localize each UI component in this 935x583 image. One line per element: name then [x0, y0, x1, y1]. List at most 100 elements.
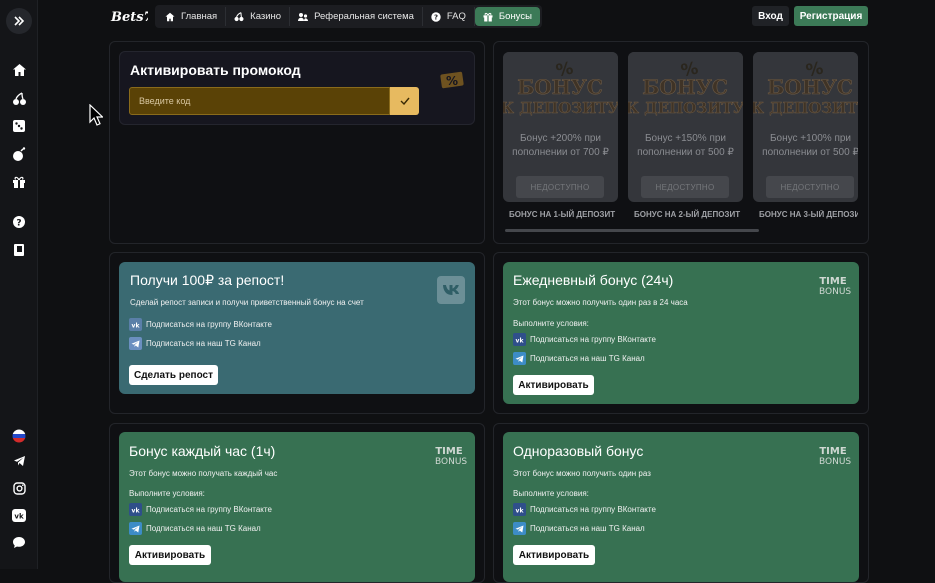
onetime-description: Этот бонус можно получить один раз [513, 469, 651, 478]
deposit-bonus-image: % БОНУС К ДЕПОЗИТУ [753, 52, 858, 130]
condition-vk-label: Подписаться на группу ВКонтакте [530, 505, 656, 514]
promo-submit-button[interactable] [390, 87, 419, 115]
repost-description: Сделай репост записи и получи приветстве… [130, 298, 364, 307]
condition-vk-label: Подписаться на группу ВКонтакте [530, 335, 656, 344]
condition-tg[interactable]: Подписаться на наш TG Канал [129, 337, 261, 350]
hourly-bonus-card: Бонус каждый час (1ч) Этот бонус можно п… [119, 432, 475, 582]
vk-icon: vk [513, 333, 526, 346]
deposit-description: Бонус +150% при пополнении от 500 ₽ [637, 133, 734, 158]
telegram-icon [513, 352, 526, 365]
svg-text:К ДЕПОЗИТУ: К ДЕПОЗИТУ [503, 99, 618, 117]
login-button[interactable]: Вход [752, 6, 789, 26]
daily-description: Этот бонус можно получить один раз в 24 … [513, 298, 688, 307]
telegram-icon[interactable] [9, 451, 29, 471]
nav-faq[interactable]: ? FAQ [423, 7, 475, 26]
deposit-description: Бонус +200% при пополнении от 700 ₽ [512, 133, 609, 158]
deposit-label-3: БОНУС НА 3-ЫЙ ДЕПОЗИТ [759, 210, 858, 219]
home-icon [165, 12, 175, 21]
percent-coupon-icon: % [439, 69, 465, 96]
nav-faq-label: FAQ [446, 11, 466, 22]
nav-referral[interactable]: Реферальная система [290, 7, 423, 26]
promo-code-input[interactable]: Введите код [129, 87, 390, 115]
promo-title: Активировать промокод [130, 62, 301, 78]
cherry-icon [234, 11, 244, 21]
bomb-icon[interactable] [9, 144, 29, 164]
deposit-status-button[interactable]: НЕДОСТУПНО [641, 176, 729, 198]
gift-icon[interactable] [9, 172, 29, 192]
telegram-icon [513, 522, 526, 535]
onetime-activate-button[interactable]: Активировать [513, 545, 595, 565]
condition-tg-label: Подписаться на наш TG Канал [146, 339, 261, 348]
svg-text:БОНУС: БОНУС [642, 75, 728, 99]
instagram-icon[interactable] [9, 478, 29, 498]
condition-tg[interactable]: Подписаться на наш TG Канал [129, 522, 261, 535]
condition-tg[interactable]: Подписаться на наш TG Канал [513, 352, 645, 365]
svg-text:К ДЕПОЗИТУ: К ДЕПОЗИТУ [628, 99, 743, 117]
book-icon[interactable] [9, 240, 29, 260]
svg-text:?: ? [16, 219, 21, 229]
register-button[interactable]: Регистрация [794, 6, 868, 26]
repost-button[interactable]: Сделать репост [129, 365, 218, 385]
gift-icon [483, 12, 493, 21]
russia-flag-icon[interactable] [9, 426, 29, 446]
onetime-title: Одноразовый бонус [513, 443, 644, 459]
hourly-conditions-label: Выполните условия: [129, 489, 205, 498]
condition-tg[interactable]: Подписаться на наш TG Канал [513, 522, 645, 535]
time-bonus-icon: TIME BONUS [819, 446, 852, 467]
hourly-title: Бонус каждый час (1ч) [129, 443, 276, 459]
chat-icon[interactable] [9, 532, 29, 552]
deposit-scrollbar[interactable] [505, 229, 759, 232]
deposit-card-2: % БОНУС К ДЕПОЗИТУ Бонус +150% при попол… [628, 52, 743, 202]
deposit-status-button[interactable]: НЕДОСТУПНО [766, 176, 854, 198]
svg-text:?: ? [434, 13, 438, 21]
question-icon: ? [431, 11, 441, 22]
nav-home-label: Главная [181, 11, 218, 22]
mouse-cursor-icon [89, 103, 104, 131]
vk-icon: vk [129, 503, 142, 516]
svg-text:vk: vk [132, 322, 140, 328]
main-nav: Главная Казино Реферальная система ? FAQ… [155, 5, 542, 28]
dice-icon[interactable] [9, 116, 29, 136]
telegram-icon [129, 522, 142, 535]
home-icon[interactable] [9, 60, 29, 80]
deposit-label-2: БОНУС НА 2-ЫЙ ДЕПОЗИТ [634, 210, 741, 219]
svg-text:БОНУС: БОНУС [767, 75, 853, 99]
vk-icon[interactable]: vk [9, 505, 29, 525]
deposit-status-button[interactable]: НЕДОСТУПНО [516, 176, 604, 198]
deposit-card-3: % БОНУС К ДЕПОЗИТУ Бонус +100% при попол… [753, 52, 858, 202]
svg-text:vk: vk [132, 507, 140, 513]
condition-vk[interactable]: vk Подписаться на группу ВКонтакте [129, 318, 272, 331]
condition-vk[interactable]: vk Подписаться на группу ВКонтакте [513, 503, 656, 516]
nav-home[interactable]: Главная [157, 7, 227, 26]
time-bonus-icon: TIME BONUS [435, 446, 468, 467]
site-logo[interactable]: Bets7 [110, 6, 153, 26]
condition-vk-label: Подписаться на группу ВКонтакте [146, 320, 272, 329]
condition-tg-label: Подписаться на наш TG Канал [530, 524, 645, 533]
vk-logo-icon [437, 276, 465, 304]
help-icon[interactable]: ? [9, 212, 29, 232]
time-bonus-icon: TIME BONUS [819, 276, 852, 297]
condition-vk[interactable]: vk Подписаться на группу ВКонтакте [513, 333, 656, 346]
condition-vk-label: Подписаться на группу ВКонтакте [146, 505, 272, 514]
hourly-description: Этот бонус можно получать каждый час [129, 469, 278, 478]
onetime-conditions-label: Выполните условия: [513, 489, 589, 498]
cherry-icon[interactable] [9, 89, 29, 109]
deposit-description: Бонус +100% при пополнении от 500 ₽ [762, 133, 858, 158]
condition-vk[interactable]: vk Подписаться на группу ВКонтакте [129, 503, 272, 516]
daily-bonus-card: Ежедневный бонус (24ч) Этот бонус можно … [503, 262, 859, 404]
nav-bonuses[interactable]: Бонусы [474, 7, 540, 26]
onetime-bonus-card: Одноразовый бонус Этот бонус можно получ… [503, 432, 859, 582]
deposit-label-1: БОНУС НА 1-ЫЙ ДЕПОЗИТ [509, 210, 616, 219]
sidebar: ? vk [0, 0, 38, 569]
deposit-bonus-image: % БОНУС К ДЕПОЗИТУ [503, 52, 618, 130]
svg-text:Bets7: Bets7 [110, 10, 148, 25]
daily-activate-button[interactable]: Активировать [513, 375, 594, 395]
hourly-activate-button[interactable]: Активировать [129, 545, 211, 565]
daily-title: Ежедневный бонус (24ч) [513, 272, 674, 288]
svg-text:vk: vk [14, 512, 24, 520]
nav-casino[interactable]: Казино [226, 7, 291, 26]
nav-casino-label: Казино [250, 11, 282, 22]
daily-conditions-label: Выполните условия: [513, 319, 589, 328]
referral-icon [298, 12, 309, 21]
expand-icon[interactable] [6, 8, 32, 34]
